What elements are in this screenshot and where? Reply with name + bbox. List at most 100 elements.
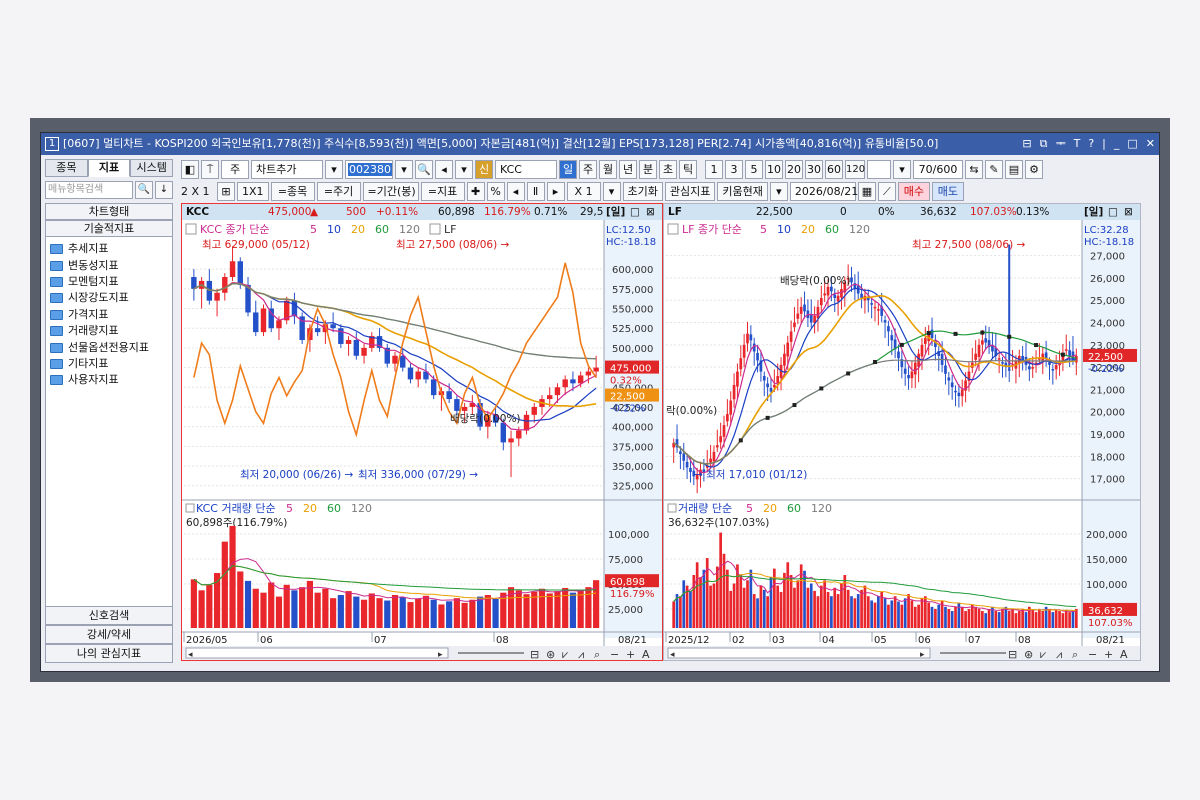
step-forward-icon[interactable]: ▸ xyxy=(546,181,565,201)
link-indicator-button[interactable]: =지표 xyxy=(420,181,465,201)
percent-icon[interactable]: % xyxy=(486,181,505,201)
chart-pane-lf[interactable]: LF 22,500 0 0% 36,632 107.03% 0.13% [일] … xyxy=(663,203,1141,661)
chevron-down-icon[interactable]: ▾ xyxy=(325,159,343,179)
interval-custom-input[interactable] xyxy=(867,159,891,179)
minimize-icon[interactable]: _ xyxy=(1114,133,1120,155)
date-input[interactable]: 2026/08/21 xyxy=(789,181,858,201)
period-day-button[interactable]: 일 xyxy=(559,159,577,179)
buy-button[interactable]: 매수 xyxy=(897,181,930,201)
multiplier-select[interactable]: X 1 xyxy=(566,181,601,201)
chevron-down-icon[interactable]: ▾ xyxy=(395,159,413,179)
interval-3[interactable]: 3 xyxy=(725,159,743,179)
font-icon[interactable]: T xyxy=(1074,133,1081,155)
link-cycle-button[interactable]: =주기 xyxy=(316,181,361,201)
section-technical[interactable]: 기술적지표 xyxy=(45,220,173,237)
volume-bar xyxy=(752,594,756,628)
tree-item-futures[interactable]: 선물옵션전용지표 xyxy=(50,339,172,355)
volume-bar xyxy=(438,604,445,628)
interval-60[interactable]: 60 xyxy=(825,159,843,179)
restore-layout-icon[interactable]: ⊟ xyxy=(1022,133,1031,155)
period-month-button[interactable]: 월 xyxy=(599,159,617,179)
pause-icon[interactable]: Ⅱ xyxy=(526,181,545,201)
chevron-down-icon[interactable]: ▾ xyxy=(602,181,621,201)
reset-button[interactable]: 초기화 xyxy=(622,181,663,201)
candle-body xyxy=(446,391,452,400)
tree-item-volatility[interactable]: 변동성지표 xyxy=(50,257,172,273)
search-icon[interactable]: 🔍 xyxy=(135,181,153,199)
candle-body xyxy=(682,453,686,461)
pin-icon[interactable]: ᆍ xyxy=(1055,133,1065,155)
tab-system[interactable]: 시스템 xyxy=(130,159,174,177)
print-icon[interactable]: ▤ xyxy=(1005,159,1023,179)
section-chart-type[interactable]: 차트형태 xyxy=(45,203,173,220)
copy-window-icon[interactable]: ⧉ xyxy=(1040,133,1048,155)
chevron-down-icon[interactable]: ▾ xyxy=(455,159,473,179)
dividend-label-clipped: 락(0.00%) xyxy=(666,405,717,417)
my-indicators-button[interactable]: 나의 관심지표 xyxy=(45,644,173,663)
chart-settings-icon[interactable]: ◧ xyxy=(181,159,199,179)
bull-bear-button[interactable]: 강세/약세 xyxy=(45,625,173,644)
candle-body xyxy=(833,294,837,298)
gear-icon[interactable]: ⚙ xyxy=(1025,159,1043,179)
link-range-button[interactable]: =기간(봉) xyxy=(362,181,419,201)
speaker-icon[interactable]: ◂ xyxy=(435,159,453,179)
volume-bar xyxy=(679,596,682,628)
chart-pane-kcc[interactable]: KCC 475,000 ▲ 500 +0.11% 60,898 116.79% … xyxy=(181,203,663,661)
bar-count-input[interactable]: 70/600 xyxy=(913,159,963,179)
step-back-icon[interactable]: ◂ xyxy=(506,181,525,201)
crosshair-icon[interactable]: ✚ xyxy=(466,181,485,201)
interest-indicator-button[interactable]: 관심지표 xyxy=(664,181,716,201)
help-icon[interactable]: ? xyxy=(1088,133,1094,155)
tree-item-momentum[interactable]: 모멘텀지표 xyxy=(50,274,172,290)
period-year-button[interactable]: 년 xyxy=(619,159,637,179)
sell-button[interactable]: 매도 xyxy=(931,181,964,201)
layout-1x1-button[interactable]: 1X1 xyxy=(237,181,269,201)
maximize-icon[interactable]: □ xyxy=(1127,133,1137,155)
volume-bar xyxy=(742,587,746,628)
chevron-down-icon[interactable]: ▾ xyxy=(769,181,788,201)
tree-item-other[interactable]: 기타지표 xyxy=(50,356,172,372)
tab-indicator[interactable]: 지표 xyxy=(87,159,131,177)
kiwoom-current-button[interactable]: 키움현재 xyxy=(717,181,768,201)
calendar-icon[interactable]: ▦ xyxy=(857,181,876,201)
interval-20[interactable]: 20 xyxy=(785,159,803,179)
tab-stock[interactable]: 종목 xyxy=(45,159,88,177)
link-stock-button[interactable]: =종목 xyxy=(270,181,315,201)
menu-search-input[interactable]: 메뉴항목검색 xyxy=(45,181,133,199)
close-icon[interactable]: ✕ xyxy=(1146,133,1155,155)
stock-code-input[interactable]: 002380 xyxy=(345,159,393,179)
add-chart-select[interactable]: 차트추가 xyxy=(251,159,323,179)
interval-1[interactable]: 1 xyxy=(705,159,723,179)
tool-icon[interactable]: ⍑ xyxy=(201,159,219,179)
period-tick-button[interactable]: 틱 xyxy=(679,159,697,179)
tree-item-user[interactable]: 사용자지표 xyxy=(50,372,172,388)
tree-item-trend[interactable]: 추세지표 xyxy=(50,241,172,257)
x-tick-label: 07 xyxy=(374,635,387,646)
period-second-button[interactable]: 초 xyxy=(659,159,677,179)
chevron-down-icon[interactable]: ▾ xyxy=(893,159,911,179)
tree-item-strength[interactable]: 시장강도지표 xyxy=(50,290,172,306)
interval-30[interactable]: 30 xyxy=(805,159,823,179)
trend-icon[interactable]: ⟋ xyxy=(877,181,896,201)
compare-icon[interactable]: ⇆ xyxy=(965,159,983,179)
interval-5[interactable]: 5 xyxy=(745,159,763,179)
search-icon[interactable]: 🔍 xyxy=(415,159,433,179)
period-select[interactable]: 주 xyxy=(221,159,249,179)
period-minute-button[interactable]: 분 xyxy=(639,159,657,179)
candle-body xyxy=(809,314,813,323)
period-week-button[interactable]: 주 xyxy=(579,159,597,179)
x-tick-label: 2026/05 xyxy=(186,635,228,646)
download-icon[interactable]: ↓ xyxy=(155,181,173,199)
layout-grid-icon[interactable]: ⊞ xyxy=(217,181,235,201)
interval-120[interactable]: 120 xyxy=(845,159,865,179)
tree-item-price[interactable]: 가격지표 xyxy=(50,307,172,323)
window-titlebar[interactable]: 1 [0607] 멀티차트 - KOSPI200 외국인보유[1,778(천)] … xyxy=(41,133,1159,155)
signal-search-button[interactable]: 신호검색 xyxy=(45,606,173,625)
volume-bar xyxy=(813,590,816,628)
draw-icon[interactable]: ✎ xyxy=(985,159,1003,179)
volume-bar xyxy=(577,590,584,628)
tree-item-volume[interactable]: 거래량지표 xyxy=(50,323,172,339)
chart-tool-icon: ⩗ xyxy=(562,648,569,660)
interval-10[interactable]: 10 xyxy=(765,159,783,179)
candle-body xyxy=(392,355,398,364)
